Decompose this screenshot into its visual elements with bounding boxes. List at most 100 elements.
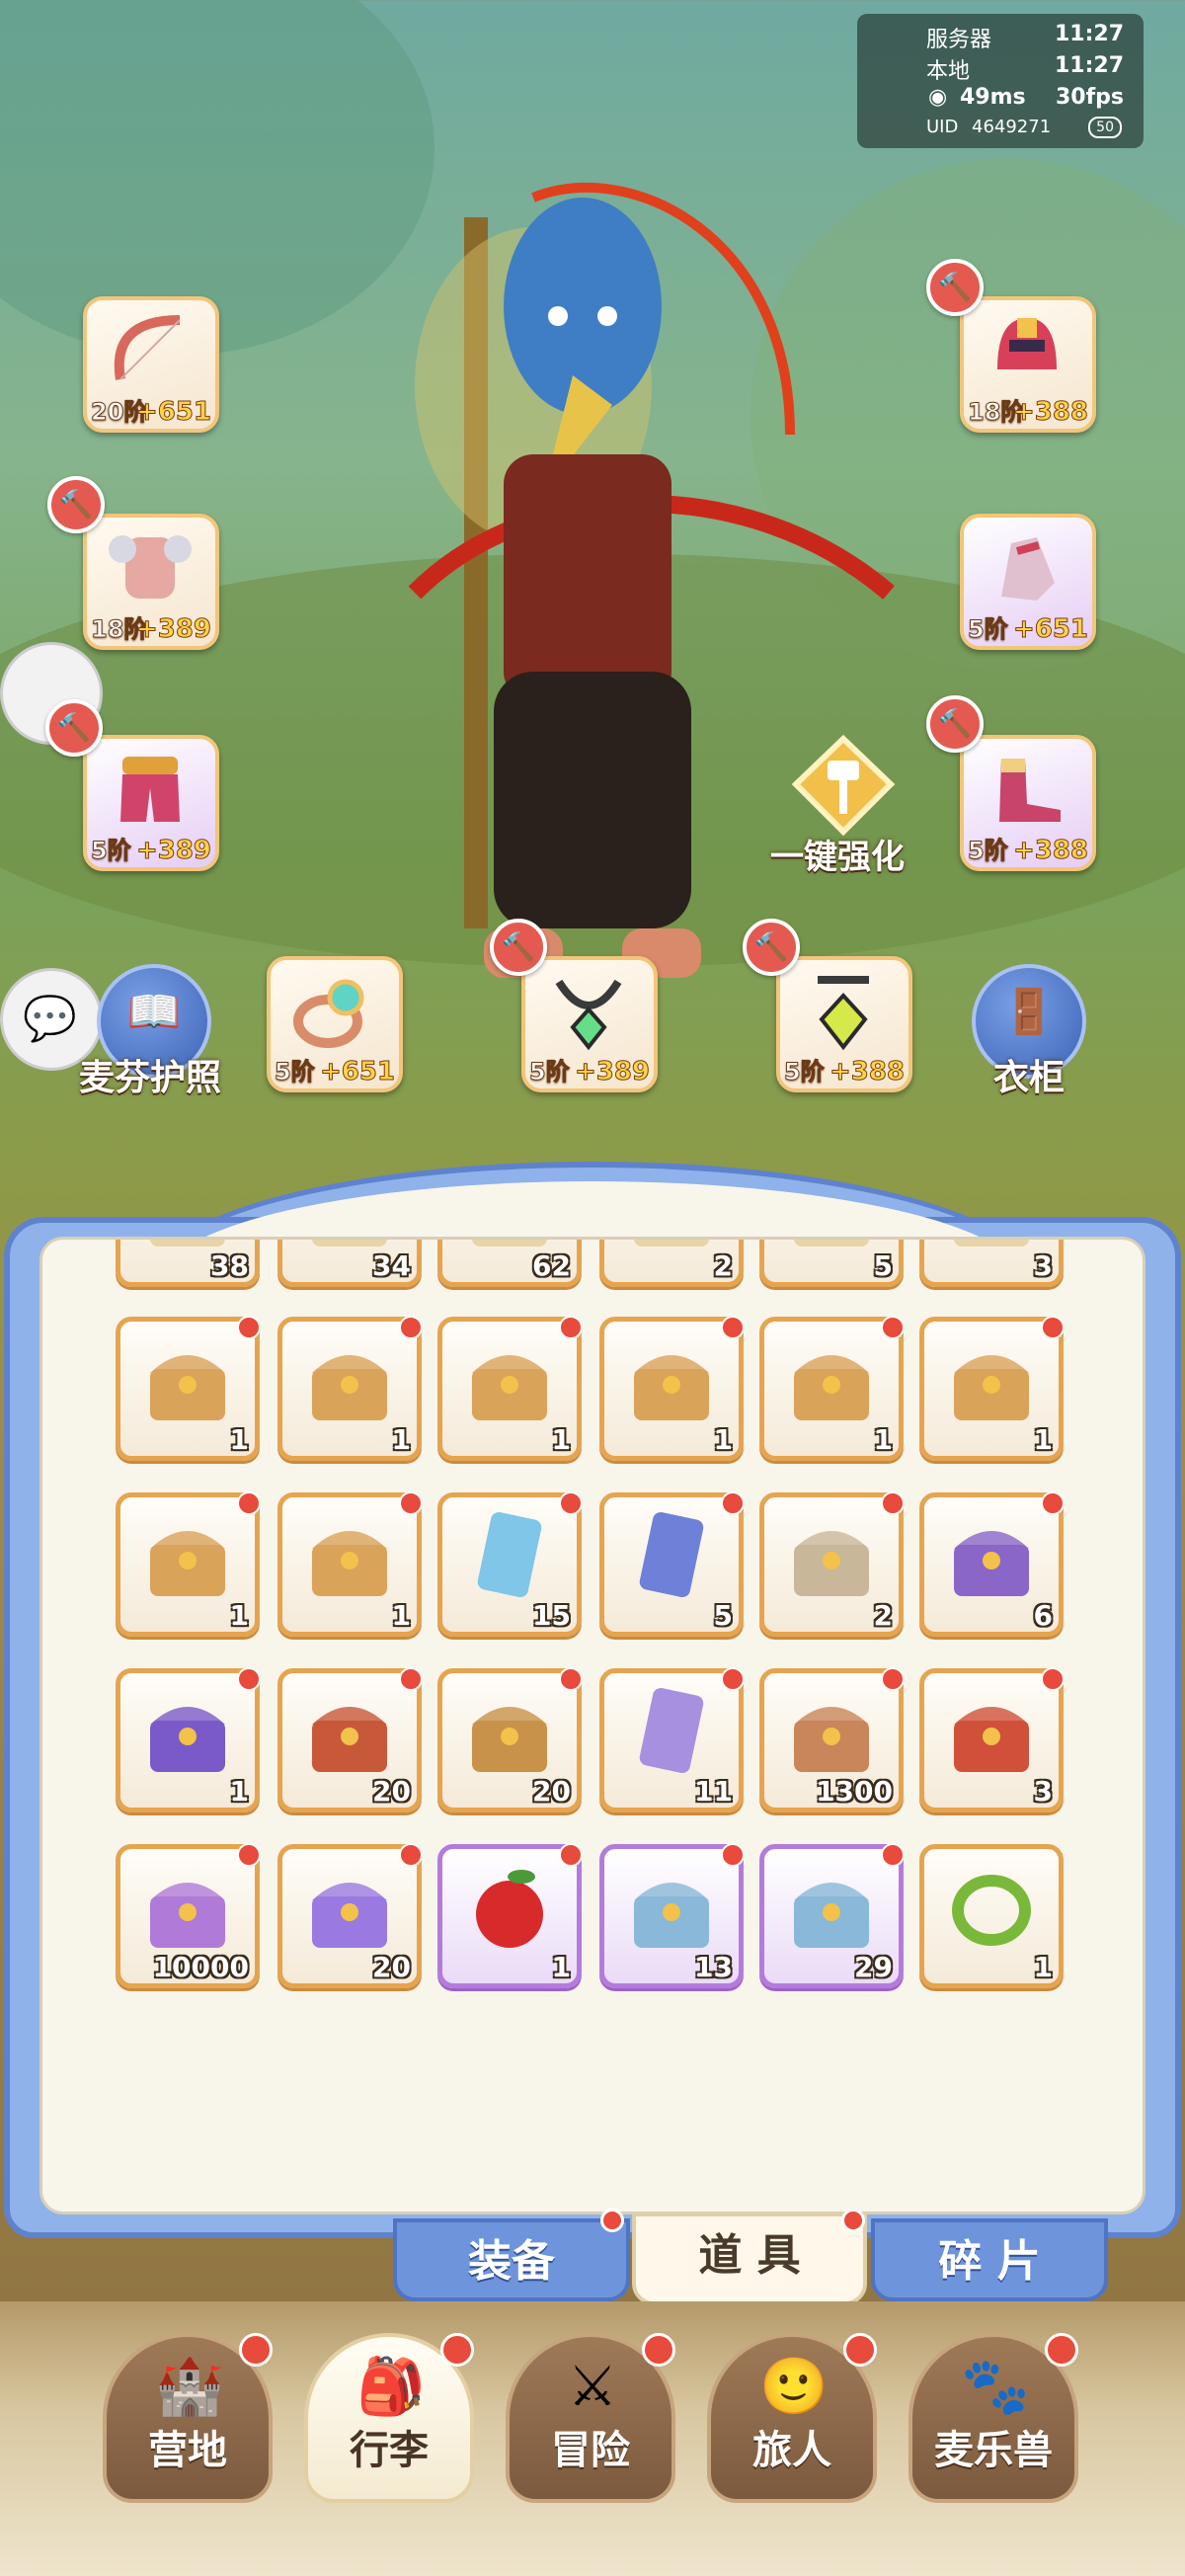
new-item-badge (399, 1667, 423, 1691)
item-slot[interactable]: 20 (437, 1667, 583, 1812)
item-count: 1 (873, 1423, 893, 1456)
item-slot[interactable]: 1 (116, 1667, 261, 1812)
item-slot[interactable]: 1 (919, 1316, 1065, 1461)
upgrade-hammer-icon[interactable]: 🔨 (743, 919, 800, 976)
item-slot[interactable]: 6 (919, 1491, 1065, 1637)
upgrade-hammer-icon[interactable]: 🔨 (926, 259, 984, 316)
item-count: 3 (1033, 1775, 1053, 1808)
item-slot[interactable]: 5 (759, 1240, 904, 1287)
item-slot[interactable]: 20 (277, 1667, 423, 1812)
item-count: 11 (694, 1775, 733, 1808)
chest-armor-icon (109, 535, 192, 599)
item-slot[interactable]: 1 (116, 1491, 261, 1637)
equip-slot-chest-armor[interactable]: 18阶 +389 (83, 514, 219, 650)
item-slot[interactable]: 34 (277, 1240, 422, 1287)
item-slot[interactable]: 3 (919, 1667, 1065, 1812)
upgrade-hammer-icon[interactable]: 🔨 (926, 695, 984, 753)
nav-item-1[interactable]: 🎒 行李 (304, 2333, 474, 2503)
item-slot[interactable]: 3 (919, 1240, 1064, 1287)
wifi-icon: ◉ (928, 85, 948, 110)
local-label: 本地 (926, 59, 971, 84)
equip-slot-gloves[interactable]: 5阶 +651 (960, 514, 1096, 650)
status-overlay: 服务器 11:27 本地 11:27 ◉ 49ms 30fps UID 4649271 50 (857, 14, 1144, 148)
item-slot[interactable]: 13 (599, 1843, 745, 1988)
pet-icon: 🐾 (961, 2355, 1030, 2419)
item-slot[interactable]: 20 (277, 1843, 423, 1988)
item-slot[interactable]: 1 (759, 1316, 905, 1461)
item-slot[interactable]: 1 (599, 1316, 745, 1461)
new-item-badge (881, 1316, 905, 1339)
new-item-badge (881, 1667, 905, 1691)
ping-value: 49ms (960, 85, 1026, 110)
item-count: 10000 (152, 1951, 249, 1983)
equip-slot-necklace[interactable]: 5阶 +389 (521, 956, 658, 1092)
fps-value: 30fps (1055, 85, 1124, 110)
item-slot[interactable]: 10000 (116, 1843, 261, 1988)
character-avatar[interactable] (375, 178, 908, 1067)
bow-icon (114, 315, 181, 380)
tab-equipment[interactable]: 装备 (393, 2218, 630, 2301)
item-grid-area[interactable]: 38 34 62 2 5 3 1 1 1 1 1 1 1 1 15 5 2 6 1 20 20 11 1300 3 10000 2… (40, 1237, 1146, 2214)
item-slot[interactable]: 29 (759, 1843, 905, 1988)
passport-label[interactable]: 麦芬护照 (79, 1049, 221, 1100)
item-slot[interactable]: 1 (437, 1316, 583, 1461)
red-gold-chest-icon (954, 1707, 1029, 1772)
ring-icon (293, 979, 364, 1048)
upgrade-hammer-icon[interactable]: 🔨 (490, 919, 547, 976)
item-slot[interactable]: 1 (277, 1316, 423, 1461)
new-item-badge (721, 1491, 745, 1515)
item-count: 1 (1033, 1951, 1053, 1983)
nav-badge (843, 2333, 877, 2367)
gloves-icon (1001, 537, 1055, 601)
equip-slot-amulet[interactable]: 5阶 +388 (776, 956, 912, 1092)
nav-item-3[interactable]: 🙂 旅人 (707, 2333, 877, 2503)
helmet-icon (997, 318, 1057, 369)
letter-cards-icon (639, 1687, 704, 1774)
equip-level: 5阶 (91, 837, 132, 865)
item-slot[interactable]: 1 (277, 1491, 423, 1637)
battery-indicator: 50 (1088, 117, 1122, 138)
partial-item-icon (954, 1240, 1029, 1247)
equip-slot-bow[interactable]: 20阶 +651 (83, 296, 219, 433)
tab-fragments[interactable]: 碎 片 (871, 2218, 1108, 2301)
wardrobe-label[interactable]: 衣柜 (993, 1049, 1065, 1100)
equip-slot-ring[interactable]: 5阶 +651 (267, 956, 403, 1092)
item-slot[interactable]: 62 (437, 1240, 582, 1287)
new-item-badge (881, 1491, 905, 1515)
nav-item-2[interactable]: ⚔ 冒险 (506, 2333, 675, 2503)
tab-items-badge (841, 2209, 865, 2232)
nav-item-0[interactable]: 🏰 营地 (103, 2333, 273, 2503)
item-slot[interactable]: 5 (599, 1491, 745, 1637)
item-count: 2 (713, 1249, 733, 1282)
item-slot[interactable]: 1 (437, 1843, 583, 1988)
item-count: 1 (229, 1599, 249, 1632)
nav-badge (642, 2333, 675, 2367)
upgrade-hammer-icon[interactable]: 🔨 (45, 699, 103, 757)
server-label: 服务器 (926, 28, 992, 52)
equip-slot-helmet[interactable]: 18阶 +388 (960, 296, 1096, 433)
item-slot[interactable]: 2 (759, 1491, 905, 1637)
item-slot[interactable]: 1 (116, 1316, 261, 1461)
passport-book-icon: 📖 (126, 987, 182, 1037)
gold-chest-icon (794, 1531, 869, 1596)
tab-items[interactable]: 道 具 (632, 2213, 867, 2305)
equip-level: 5阶 (275, 1058, 316, 1087)
item-slot[interactable]: 15 (437, 1491, 583, 1637)
item-slot[interactable]: 2 (599, 1240, 744, 1287)
item-count: 1 (1033, 1423, 1053, 1456)
new-item-badge (399, 1843, 423, 1867)
item-slot[interactable]: 11 (599, 1667, 745, 1812)
music-bell-chest-icon (312, 1531, 387, 1596)
blue-card-icon (639, 1511, 704, 1598)
equip-bonus: +651 (1012, 614, 1088, 645)
item-slot[interactable]: 1 (919, 1844, 1064, 1988)
item-slot[interactable]: 1300 (759, 1667, 905, 1812)
item-slot[interactable]: 38 (116, 1240, 260, 1287)
equip-slot-pants[interactable]: 5阶 +389 (83, 735, 219, 871)
one-click-enhance-button[interactable]: 一键强化 (770, 731, 918, 879)
upgrade-hammer-icon[interactable]: 🔨 (47, 476, 105, 533)
item-count: 1 (551, 1423, 571, 1456)
equip-slot-boots[interactable]: 5阶 +388 (960, 735, 1096, 871)
nav-item-4[interactable]: 🐾 麦乐兽 (908, 2333, 1078, 2503)
item-count: 5 (713, 1599, 733, 1632)
